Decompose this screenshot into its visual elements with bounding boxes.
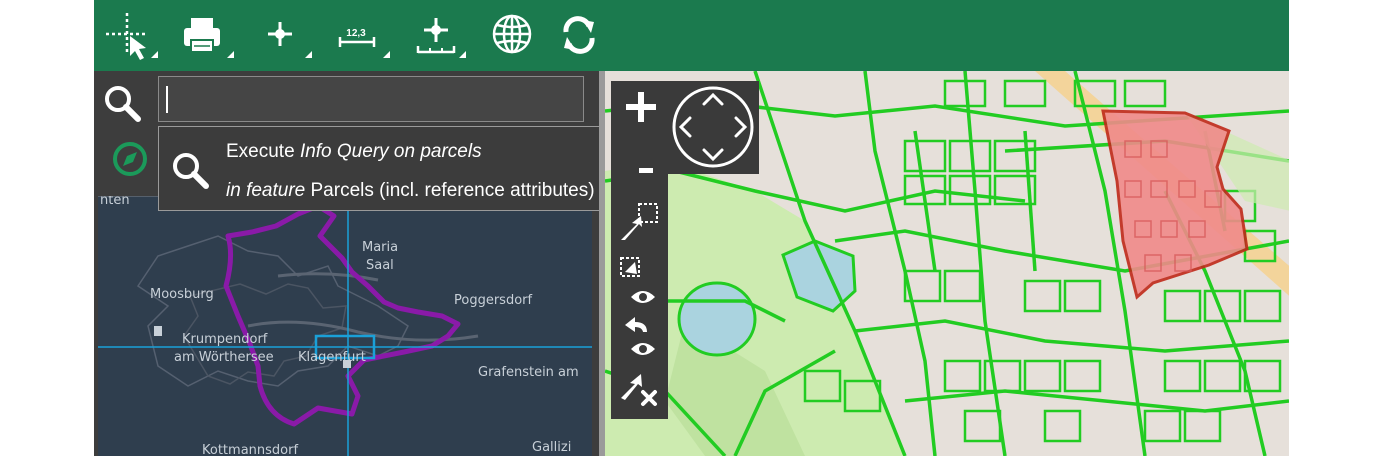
zoom-in-button[interactable]	[621, 87, 661, 127]
select-tool-button[interactable]	[102, 8, 160, 62]
globe-icon	[492, 14, 532, 54]
print-tool-button[interactable]	[178, 8, 236, 62]
eye-icon	[631, 291, 655, 303]
map-label: Kottmannsdorf	[202, 443, 299, 456]
map-label: Gallizi	[532, 440, 572, 455]
refresh-icon	[563, 16, 595, 54]
pan-control[interactable]	[670, 84, 756, 170]
search-suggestion-item[interactable]: Execute Info Query on parcels in feature…	[158, 126, 644, 211]
gis-app: 12,3 nten Maria Saal Moosburg Poggersdor…	[94, 0, 1289, 456]
search-icon	[105, 86, 141, 122]
pan-arrows-icon	[672, 86, 754, 168]
map-tool-strip	[611, 168, 668, 419]
globe-tool-button[interactable]	[488, 8, 546, 62]
map-label: Moosburg	[150, 287, 214, 302]
measure-tool-button[interactable]: 12,3	[334, 8, 392, 62]
map-label: Grafenstein am	[478, 365, 579, 380]
map-label: nten	[100, 196, 130, 208]
suggestion-line-1: Execute Info Query on parcels	[226, 141, 482, 162]
text-caret	[166, 86, 168, 113]
search-input[interactable]	[158, 76, 584, 122]
eye-icon	[631, 343, 655, 355]
map-label: Saal	[366, 258, 394, 273]
overview-map[interactable]: nten Maria Saal Moosburg Poggersdorf Kru…	[98, 196, 592, 456]
select-rect-icon	[621, 203, 658, 240]
cancel-select-button[interactable]	[617, 368, 661, 406]
map-label: Krumpendorf	[182, 332, 268, 347]
main-toolbar: 12,3	[94, 0, 1289, 71]
map-label: am Wörthersee	[174, 350, 274, 365]
refresh-tool-button[interactable]	[558, 8, 616, 62]
search-button[interactable]	[102, 83, 142, 123]
zoom-out-button[interactable]	[617, 168, 661, 204]
select-rectangle-button[interactable]	[617, 202, 661, 240]
minus-icon	[639, 168, 653, 173]
map-label: Klagenfurt	[298, 350, 366, 365]
select-clear-icon	[620, 257, 640, 277]
show-result-button[interactable]	[617, 334, 661, 370]
suggestion-line-2: in feature Parcels (incl. reference attr…	[226, 180, 595, 201]
parking-icon	[154, 326, 162, 336]
compass-icon	[113, 142, 147, 176]
map-navigation	[611, 81, 759, 174]
coordinate-tool-button[interactable]	[410, 8, 468, 62]
plus-icon	[626, 92, 656, 122]
map-label: Maria	[362, 240, 399, 255]
compass-button[interactable]	[112, 141, 148, 177]
pointer-close-icon	[621, 374, 657, 406]
dropdown-indicator	[151, 51, 158, 58]
search-icon	[173, 153, 209, 189]
point-tool-button[interactable]	[256, 8, 314, 62]
map-label: Poggersdorf	[454, 293, 533, 308]
search-panel: nten Maria Saal Moosburg Poggersdorf Kru…	[94, 71, 644, 456]
